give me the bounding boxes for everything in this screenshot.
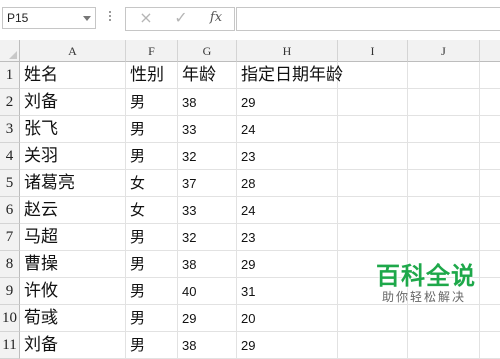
table-cell[interactable]: 29	[178, 305, 237, 332]
column-header-g[interactable]: G	[178, 40, 237, 62]
row-header[interactable]: 7	[0, 224, 20, 251]
table-cell[interactable]	[338, 224, 408, 251]
header-cell[interactable]: 性别	[126, 62, 178, 89]
watermark-title: 百科全说	[376, 262, 476, 290]
table-cell[interactable]: 23	[237, 224, 338, 251]
table-cell[interactable]: 38	[178, 89, 237, 116]
table-cell[interactable]: 24	[237, 197, 338, 224]
table-cell[interactable]	[408, 224, 480, 251]
table-cell[interactable]: 马超	[20, 224, 126, 251]
table-cell[interactable]: 38	[178, 251, 237, 278]
table-cell[interactable]: 男	[126, 224, 178, 251]
column-header-i[interactable]: I	[338, 40, 408, 62]
row-header[interactable]: 4	[0, 143, 20, 170]
table-cell[interactable]: 男	[126, 332, 178, 359]
table-cell[interactable]	[480, 89, 500, 116]
row-header[interactable]: 9	[0, 278, 20, 305]
header-cell[interactable]: 指定日期年龄	[237, 62, 343, 89]
select-all-corner[interactable]	[0, 40, 20, 62]
name-box-value: P15	[7, 11, 29, 25]
table-cell[interactable]	[408, 170, 480, 197]
table-cell[interactable]: 男	[126, 251, 178, 278]
table-cell[interactable]: 荀彧	[20, 305, 126, 332]
table-cell[interactable]	[338, 116, 408, 143]
table-cell[interactable]: 28	[237, 170, 338, 197]
table-cell[interactable]: 男	[126, 116, 178, 143]
table-cell[interactable]	[338, 332, 408, 359]
table-cell[interactable]	[408, 197, 480, 224]
row-header[interactable]: 6	[0, 197, 20, 224]
insert-function-icon[interactable]: fx	[201, 6, 231, 30]
row-header[interactable]: 2	[0, 89, 20, 116]
table-cell[interactable]: 男	[126, 305, 178, 332]
table-cell[interactable]	[408, 143, 480, 170]
table-cell[interactable]: 33	[178, 116, 237, 143]
table-cell[interactable]: 29	[237, 251, 338, 278]
table-cell[interactable]	[338, 89, 408, 116]
table-cell[interactable]	[338, 170, 408, 197]
table-cell[interactable]	[480, 197, 500, 224]
table-cell[interactable]	[408, 332, 480, 359]
table-cell[interactable]: 女	[126, 170, 178, 197]
enter-icon[interactable]: ✓	[166, 6, 196, 30]
table-cell[interactable]	[480, 116, 500, 143]
watermark-logo: 百科全说 助你轻松解决	[372, 256, 492, 312]
table-cell[interactable]	[480, 170, 500, 197]
watermark-subtitle: 助你轻松解决	[382, 290, 467, 304]
table-cell[interactable]: 32	[178, 143, 237, 170]
row-header[interactable]: 8	[0, 251, 20, 278]
table-cell[interactable]	[480, 62, 500, 89]
table-cell[interactable]	[480, 143, 500, 170]
formula-bar: P15 × ✓ fx	[0, 0, 500, 40]
column-header-f[interactable]: F	[126, 40, 178, 62]
table-cell[interactable]: 29	[237, 332, 338, 359]
table-cell[interactable]	[338, 143, 408, 170]
header-cell[interactable]	[338, 62, 408, 89]
table-cell[interactable]: 24	[237, 116, 338, 143]
table-cell[interactable]: 20	[237, 305, 338, 332]
table-cell[interactable]	[480, 332, 500, 359]
table-cell[interactable]: 38	[178, 332, 237, 359]
table-cell[interactable]: 31	[237, 278, 338, 305]
column-header-h[interactable]: H	[237, 40, 338, 62]
formula-input[interactable]	[236, 7, 500, 31]
row-header[interactable]: 1	[0, 62, 20, 89]
table-cell[interactable]: 32	[178, 224, 237, 251]
table-cell[interactable]: 男	[126, 143, 178, 170]
column-header-a[interactable]: A	[20, 40, 126, 62]
table-cell[interactable]: 张飞	[20, 116, 126, 143]
table-cell[interactable]: 33	[178, 197, 237, 224]
table-cell[interactable]: 23	[237, 143, 338, 170]
table-cell[interactable]: 刘备	[20, 89, 126, 116]
column-header-j[interactable]: J	[408, 40, 480, 62]
table-cell[interactable]	[408, 116, 480, 143]
cancel-icon[interactable]: ×	[131, 6, 161, 30]
row-header[interactable]: 11	[0, 332, 20, 359]
table-cell[interactable]	[408, 89, 480, 116]
formula-bar-grip-icon[interactable]	[107, 9, 113, 27]
table-cell[interactable]: 曹操	[20, 251, 126, 278]
name-box[interactable]: P15	[2, 7, 96, 29]
name-box-dropdown-icon[interactable]	[83, 16, 91, 21]
column-header-next[interactable]	[480, 40, 500, 62]
header-cell[interactable]: 年龄	[178, 62, 237, 89]
row-header[interactable]: 10	[0, 305, 20, 332]
header-cell[interactable]	[408, 62, 480, 89]
table-cell[interactable]: 赵云	[20, 197, 126, 224]
header-cell[interactable]: 姓名	[20, 62, 126, 89]
table-cell[interactable]: 关羽	[20, 143, 126, 170]
table-cell[interactable]: 诸葛亮	[20, 170, 126, 197]
table-cell[interactable]: 男	[126, 89, 178, 116]
table-cell[interactable]: 37	[178, 170, 237, 197]
table-cell[interactable]	[480, 224, 500, 251]
row-header[interactable]: 5	[0, 170, 20, 197]
table-cell[interactable]: 男	[126, 278, 178, 305]
table-cell[interactable]: 29	[237, 89, 338, 116]
table-cell[interactable]: 许攸	[20, 278, 126, 305]
row-header[interactable]: 3	[0, 116, 20, 143]
table-cell[interactable]: 刘备	[20, 332, 126, 359]
table-cell[interactable]: 40	[178, 278, 237, 305]
table-cell[interactable]	[338, 197, 408, 224]
table-cell[interactable]: 女	[126, 197, 178, 224]
